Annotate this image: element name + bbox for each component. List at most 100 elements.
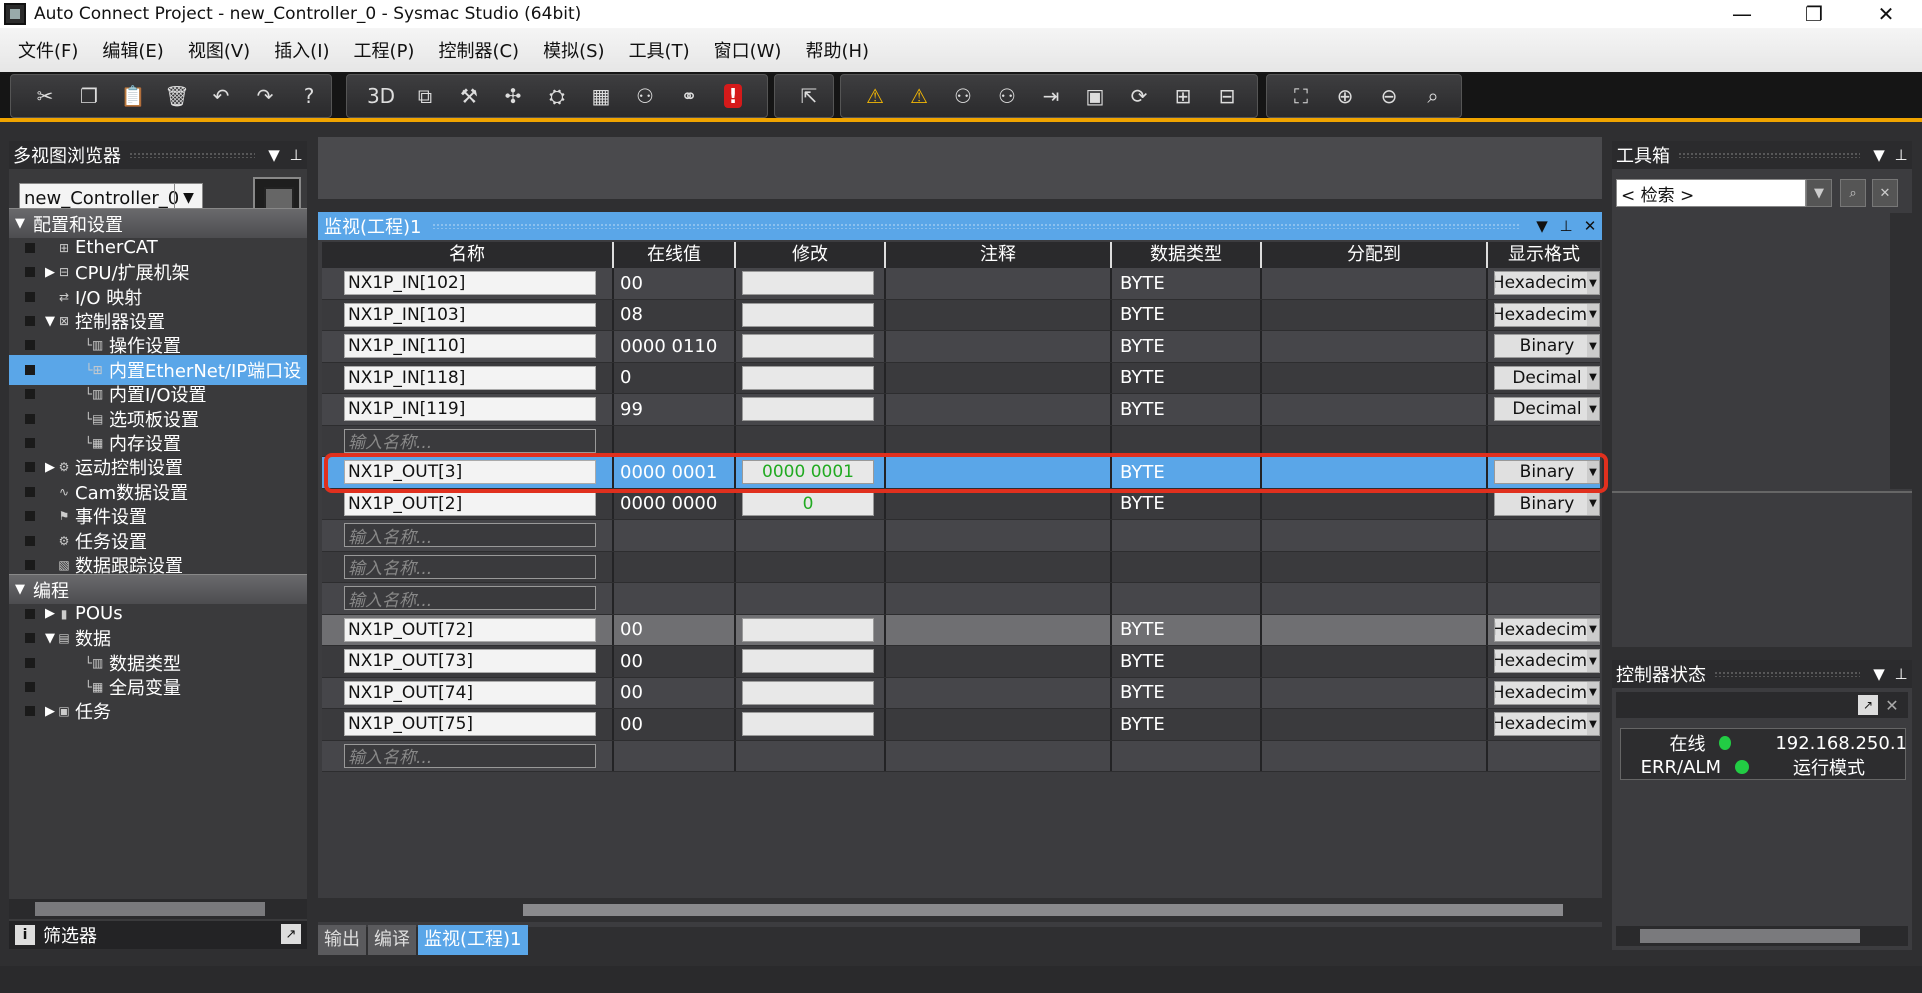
expand-icon[interactable]: ↗	[1858, 695, 1878, 715]
chevron-down-icon[interactable]: ▼	[1868, 665, 1890, 683]
search-icon[interactable]: ⌕	[1840, 179, 1866, 207]
close-icon[interactable]: ✕	[1578, 217, 1602, 235]
chevron-down-icon[interactable]: ▼	[1806, 179, 1832, 207]
name-input[interactable]: NX1P_OUT[3]	[344, 460, 596, 485]
menu-view[interactable]: 视图(V)	[176, 37, 262, 63]
cell-assigned-to[interactable]	[1262, 394, 1488, 425]
watch-row[interactable]: 输入名称...	[322, 740, 1600, 772]
modify-input[interactable]	[742, 649, 874, 674]
chevron-down-icon[interactable]: ▼	[1530, 217, 1554, 235]
watch-row[interactable]: NX1P_OUT[2] 0000 0000 0 BYTE Binary ▼	[322, 488, 1600, 520]
chevron-down-icon[interactable]: ▼	[43, 631, 57, 646]
col-assigned-to[interactable]: 分配到	[1262, 242, 1488, 268]
chevron-right-icon[interactable]: ▶	[43, 606, 57, 621]
name-input[interactable]: NX1P_OUT[75]	[344, 712, 596, 737]
cut-icon[interactable]: ✂	[23, 76, 67, 116]
cell-assigned-to[interactable]	[1262, 268, 1488, 299]
cell-comment[interactable]	[886, 677, 1112, 708]
watch-row[interactable]: NX1P_OUT[75] 00 BYTE Hexadecimal ▼	[322, 709, 1600, 741]
refresh-icon[interactable]: ⟳	[1117, 76, 1161, 116]
undo-icon[interactable]: ↶	[199, 76, 243, 116]
scrollbar-thumb[interactable]	[35, 902, 265, 916]
restore-button[interactable]: ❐	[1778, 0, 1850, 28]
modify-input[interactable]	[742, 680, 874, 705]
chevron-down-icon[interactable]: ▼	[1587, 650, 1599, 673]
watch-row[interactable]: NX1P_IN[118] 0 BYTE Decimal ▼	[322, 362, 1600, 394]
help-icon[interactable]: ?	[287, 76, 331, 116]
name-input[interactable]: 输入名称...	[344, 554, 596, 579]
explorer-hscrollbar[interactable]	[9, 899, 307, 919]
close-button[interactable]: ✕	[1850, 0, 1922, 28]
pin-icon[interactable]: ⊥	[285, 146, 307, 164]
windows-icon[interactable]: ⧉	[403, 76, 447, 116]
watch-row[interactable]: 输入名称...	[322, 425, 1600, 457]
format-select[interactable]: Hexadecimal ▼	[1494, 680, 1600, 705]
format-select[interactable]: Hexadecimal ▼	[1494, 649, 1600, 674]
io-icon[interactable]: ⚇	[623, 76, 667, 116]
tool-icon[interactable]: ✣	[491, 76, 535, 116]
chevron-down-icon[interactable]: ▼	[1587, 335, 1599, 358]
fit-icon[interactable]: ⛶	[1279, 76, 1323, 116]
format-select[interactable]: Hexadecimal ▼	[1494, 617, 1600, 642]
pin-icon[interactable]: ⊥	[1890, 665, 1912, 683]
watch-row[interactable]: 输入名称...	[322, 520, 1600, 552]
name-input[interactable]: NX1P_OUT[74]	[344, 680, 596, 705]
zoom-reset-icon[interactable]: ⌕	[1411, 76, 1455, 116]
menu-project[interactable]: 工程(P)	[342, 37, 427, 63]
watch-row[interactable]: NX1P_IN[110] 0000 0110 BYTE Binary ▼	[322, 331, 1600, 363]
chevron-down-icon[interactable]: ▼	[1587, 461, 1599, 484]
bottom-tab[interactable]: 监视(工程)1	[418, 925, 528, 955]
chevron-down-icon[interactable]: ▼	[1587, 303, 1599, 326]
step-icon[interactable]: ⇥	[1029, 76, 1073, 116]
cell-comment[interactable]	[886, 457, 1112, 488]
cell-assigned-to[interactable]	[1262, 457, 1488, 488]
minimize-button[interactable]: —	[1706, 0, 1778, 28]
scrollbar-thumb[interactable]	[1640, 929, 1860, 943]
cell-comment[interactable]	[886, 583, 1112, 614]
cell-assigned-to[interactable]	[1262, 520, 1488, 551]
chevron-down-icon[interactable]: ▼	[13, 216, 27, 231]
col-modify[interactable]: 修改	[736, 242, 886, 268]
delete-icon[interactable]: 🗑	[155, 76, 199, 116]
chevron-down-icon[interactable]: ▼	[1587, 681, 1599, 704]
pin-icon[interactable]: ⊥	[1554, 217, 1578, 235]
name-input[interactable]: NX1P_IN[118]	[344, 365, 596, 390]
copy-icon[interactable]: ❐	[67, 76, 111, 116]
modify-input[interactable]	[742, 712, 874, 737]
modify-input[interactable]	[742, 334, 874, 359]
controller-status-hscrollbar[interactable]	[1616, 926, 1908, 946]
col-comment[interactable]: 注释	[886, 242, 1112, 268]
cell-assigned-to[interactable]	[1262, 299, 1488, 330]
name-input[interactable]: 输入名称...	[344, 523, 596, 548]
cell-comment[interactable]	[886, 551, 1112, 582]
format-select[interactable]: Hexadecimal ▼	[1494, 302, 1600, 327]
modify-input[interactable]	[742, 617, 874, 642]
menu-file[interactable]: 文件(F)	[6, 37, 90, 63]
cell-comment[interactable]	[886, 520, 1112, 551]
col-name[interactable]: 名称	[322, 242, 614, 268]
cell-assigned-to[interactable]	[1262, 614, 1488, 645]
chevron-down-icon[interactable]: ▼	[1868, 146, 1890, 164]
watch-row[interactable]: NX1P_OUT[73] 00 BYTE Hexadecimal ▼	[322, 646, 1600, 678]
format-select[interactable]: Binary ▼	[1494, 334, 1600, 359]
online-icon[interactable]: ⛭	[535, 76, 579, 116]
name-input[interactable]: 输入名称...	[344, 586, 596, 611]
chevron-down-icon[interactable]: ▼	[1587, 272, 1599, 295]
format-select[interactable]: Hexadecimal ▼	[1494, 712, 1600, 737]
chevron-right-icon[interactable]: ▶	[43, 704, 57, 719]
cell-comment[interactable]	[886, 299, 1112, 330]
bottom-tab[interactable]: 输出	[318, 925, 366, 955]
watch-hscrollbar[interactable]	[318, 898, 1602, 922]
modify-input[interactable]	[742, 397, 874, 422]
format-select[interactable]: Binary ▼	[1494, 460, 1600, 485]
cell-comment[interactable]	[886, 425, 1112, 456]
menu-help[interactable]: 帮助(H)	[793, 37, 881, 63]
chevron-down-icon[interactable]: ▼	[1587, 366, 1599, 389]
zoom-in-icon[interactable]: ⊕	[1323, 76, 1367, 116]
menu-simulation[interactable]: 模拟(S)	[531, 37, 616, 63]
chevron-down-icon[interactable]: ▼	[1587, 398, 1599, 421]
col-data-type[interactable]: 数据类型	[1112, 242, 1262, 268]
cell-assigned-to[interactable]	[1262, 551, 1488, 582]
cell-assigned-to[interactable]	[1262, 362, 1488, 393]
modify-input[interactable]	[742, 302, 874, 327]
